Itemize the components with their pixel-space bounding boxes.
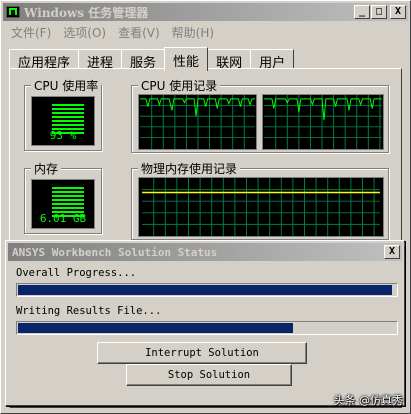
tab-users[interactable]: 用户 [250,49,295,71]
tab-networking[interactable]: 联网 [207,49,252,71]
interrupt-solution-button[interactable]: Interrupt Solution [97,342,307,364]
maximize-button[interactable]: □ [371,5,387,19]
memory-group: 内存 6.01 GB [24,160,102,234]
memory-history-label: 物理内存使用记录 [138,160,241,177]
window-title: Windows 任务管理器 [24,5,149,20]
task-manager-titlebar[interactable]: Windows 任务管理器 _ □ X [3,3,408,21]
menu-file[interactable]: 文件(F) [5,23,57,41]
cpu-history-group: CPU 使用记录 [131,77,389,153]
memory-history-group: 物理内存使用记录 [131,160,389,240]
ansys-close-button[interactable]: X [384,245,400,259]
cpu-history-label: CPU 使用记录 [138,77,221,94]
ansys-titlebar[interactable]: ANSYS Workbench Solution Status X [8,243,402,261]
task-manager-app-icon [6,6,20,18]
tab-performance[interactable]: 性能 [164,47,209,71]
menu-bar: 文件(F) 选项(O) 查看(V) 帮助(H) [5,23,220,41]
minimize-button[interactable]: _ [354,5,370,19]
menu-help[interactable]: 帮助(H) [166,23,220,41]
overall-progress-label: Overall Progress... [16,267,137,279]
memory-label: 内存 [31,160,62,177]
overall-progress-fill [18,285,393,295]
cpu-usage-label: CPU 使用率 [31,77,102,94]
cpu-usage-value: 93 % [49,129,77,142]
cpu-history-graph-core1 [138,94,257,150]
overall-progress-bar [16,283,398,297]
menu-options[interactable]: 选项(O) [57,23,112,41]
watermark: 头条 @仿真秀 [333,394,404,407]
tab-services[interactable]: 服务 [121,49,166,71]
memory-value: 6.01 GB [39,212,87,225]
task-progress-fill [18,323,294,333]
ansys-dialog-title: ANSYS Workbench Solution Status [12,245,218,259]
cpu-usage-meter: 93 % [31,96,95,146]
task-progress-label: Writing Results File... [16,305,162,317]
close-button[interactable]: X [390,5,406,19]
tab-processes[interactable]: 进程 [78,49,123,71]
memory-history-graph [138,177,384,237]
tab-applications[interactable]: 应用程序 [9,49,80,71]
cpu-usage-group: CPU 使用率 93 % [24,77,102,151]
memory-meter: 6.01 GB [31,179,95,229]
cpu-history-graph-core2 [262,94,384,150]
tab-strip: 应用程序 进程 服务 性能 联网 用户 [9,47,295,71]
stop-solution-button[interactable]: Stop Solution [126,364,292,386]
ansys-solution-status-dialog: ANSYS Workbench Solution Status X Overal… [5,240,405,406]
task-progress-bar [16,321,398,335]
menu-view[interactable]: 查看(V) [112,23,166,41]
